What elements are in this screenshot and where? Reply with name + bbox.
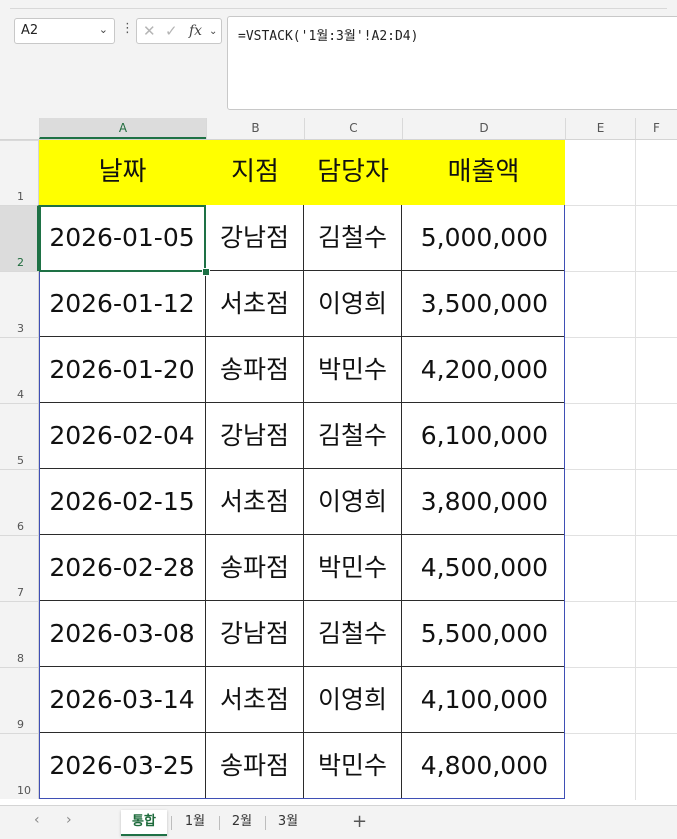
formula-text: =VSTACK('1월:3월'!A2:D4) [238,29,419,44]
formula-bar: A2 ⌄ ⋮ ✕ ✓ fx ⌄ =VSTACK('1월:3월'!A2:D4) [0,12,677,118]
cell-branch[interactable]: 송파점 [206,337,304,403]
cell-branch[interactable]: 강남점 [206,601,304,667]
select-all-corner[interactable] [0,118,39,139]
chevron-down-icon[interactable]: ⌄ [209,26,217,37]
gridline [565,667,677,668]
column-header-b[interactable]: B [206,118,304,139]
column-headers: A B C D E F [0,118,677,140]
cell-sales[interactable]: 4,500,000 [402,535,565,601]
cell-manager[interactable]: 김철수 [304,403,402,469]
column-header-e[interactable]: E [565,118,635,139]
sheet-tab-consolidated[interactable]: 통합 [121,810,167,836]
cell-date[interactable]: 2026-02-15 [39,469,206,535]
table-header-sales[interactable]: 매출액 [402,140,565,205]
gridline [565,733,677,734]
formula-input[interactable]: =VSTACK('1월:3월'!A2:D4) [227,16,677,110]
gridline [565,535,677,536]
row-header-4[interactable]: 4 [0,337,39,403]
row-header-9[interactable]: 9 [0,667,39,733]
cell-manager[interactable]: 이영희 [304,667,402,733]
fill-handle[interactable] [202,268,210,276]
row-header-1[interactable]: 1 [0,140,39,205]
cell-manager[interactable]: 박민수 [304,535,402,601]
cell-date[interactable]: 2026-03-25 [39,733,206,799]
cell-manager[interactable]: 김철수 [304,205,402,271]
cell-sales[interactable]: 3,800,000 [402,469,565,535]
cell-date[interactable]: 2026-01-12 [39,271,206,337]
cell-branch[interactable]: 서초점 [206,469,304,535]
cell-branch[interactable]: 서초점 [206,271,304,337]
cell-manager[interactable]: 이영희 [304,271,402,337]
gridline [565,469,677,470]
cancel-icon[interactable]: ✕ [143,22,156,40]
gridline [565,205,677,206]
row-header-8[interactable]: 8 [0,601,39,667]
insert-function-icon[interactable]: fx [189,23,202,39]
table-header-manager[interactable]: 담당자 [304,140,402,205]
tab-separator [171,816,172,830]
table-header-date[interactable]: 날짜 [39,140,206,205]
row-header-10[interactable]: 10 [0,733,39,799]
row-header-6[interactable]: 6 [0,469,39,535]
cell-manager[interactable]: 박민수 [304,733,402,799]
chevron-down-icon[interactable]: ⌄ [99,23,108,36]
cell-date[interactable]: 2026-02-04 [39,403,206,469]
name-box-value: A2 [21,23,39,38]
sheet-tab-mar[interactable]: 3월 [269,810,307,834]
table-header-branch[interactable]: 지점 [206,140,304,205]
cell-date[interactable]: 2026-01-20 [39,337,206,403]
cell-date[interactable]: 2026-02-28 [39,535,206,601]
column-header-f[interactable]: F [635,118,677,139]
cell-branch[interactable]: 송파점 [206,733,304,799]
sheet-tab-bar: ‹ › 통합 1월 2월 3월 + [0,805,677,839]
cell-date[interactable]: 2026-03-14 [39,667,206,733]
row-header-7[interactable]: 7 [0,535,39,601]
add-sheet-icon[interactable]: + [352,811,367,832]
formula-controls: ✕ ✓ fx ⌄ [136,18,222,44]
cell-sales[interactable]: 5,500,000 [402,601,565,667]
cell-sales[interactable]: 4,800,000 [402,733,565,799]
cell-branch[interactable]: 서초점 [206,667,304,733]
cell-sales[interactable]: 5,000,000 [402,205,565,271]
cell-sales[interactable]: 3,500,000 [402,271,565,337]
ribbon-strip [0,0,677,12]
gridline [565,403,677,404]
cell-branch[interactable]: 강남점 [206,205,304,271]
tab-separator [219,816,220,830]
scroll-right-icon[interactable]: › [66,812,72,828]
cell-manager[interactable]: 김철수 [304,601,402,667]
row-header-2[interactable]: 2 [0,205,39,271]
sheet-tab-jan[interactable]: 1월 [176,810,214,834]
cell-sales[interactable]: 6,100,000 [402,403,565,469]
gridline [565,337,677,338]
cell-sales[interactable]: 4,100,000 [402,667,565,733]
gridline [565,271,677,272]
cell-date[interactable]: 2026-03-08 [39,601,206,667]
sheet-tab-feb[interactable]: 2월 [223,810,261,834]
more-options-icon[interactable]: ⋮ [121,22,134,36]
check-icon[interactable]: ✓ [165,22,178,40]
column-header-d[interactable]: D [402,118,565,139]
gridline [635,140,636,800]
tab-separator [265,816,266,830]
cell-date[interactable]: 2026-01-05 [39,205,206,271]
name-box[interactable]: A2 ⌄ [14,18,115,44]
cell-sales[interactable]: 4,200,000 [402,337,565,403]
column-header-c[interactable]: C [304,118,402,139]
row-header-5[interactable]: 5 [0,403,39,469]
gridline [565,601,677,602]
column-header-a[interactable]: A [39,118,206,139]
cell-branch[interactable]: 송파점 [206,535,304,601]
scroll-left-icon[interactable]: ‹ [34,812,40,828]
cell-branch[interactable]: 강남점 [206,403,304,469]
cell-manager[interactable]: 박민수 [304,337,402,403]
row-header-3[interactable]: 3 [0,271,39,337]
cell-manager[interactable]: 이영희 [304,469,402,535]
